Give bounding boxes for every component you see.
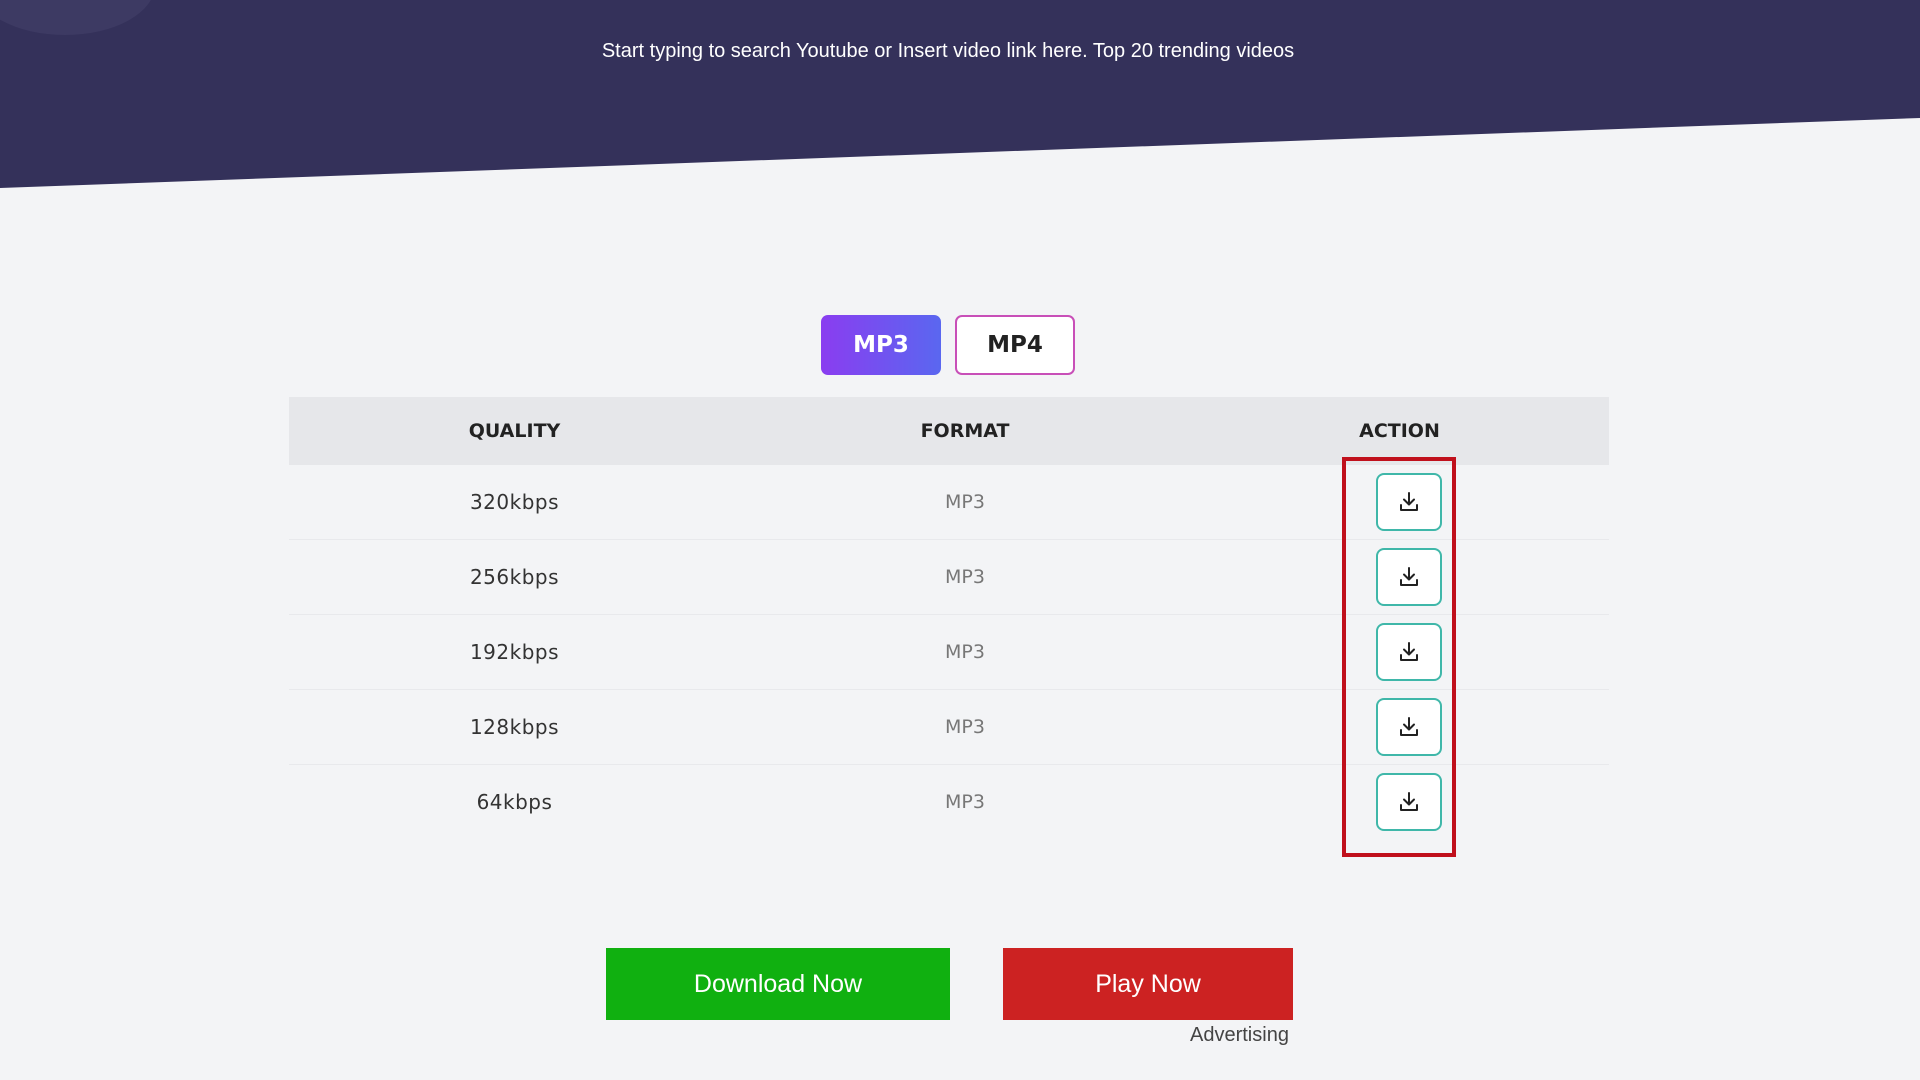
page-header: Start typing to search Youtube or Insert… — [0, 0, 1920, 190]
download-icon — [1400, 492, 1418, 511]
play-now-button[interactable]: Play Now — [1003, 948, 1293, 1020]
download-icon — [1400, 567, 1418, 586]
table-row: 64kbps MP3 — [289, 765, 1609, 839]
format-cell: MP3 — [945, 491, 985, 513]
download-button[interactable] — [1376, 773, 1442, 831]
download-button[interactable] — [1376, 548, 1442, 606]
download-now-button[interactable]: Download Now — [606, 948, 950, 1020]
header-background — [0, 0, 1920, 188]
download-button[interactable] — [1376, 473, 1442, 531]
table-row: 256kbps MP3 — [289, 540, 1609, 615]
advertising-label: Advertising — [1190, 1024, 1289, 1046]
download-icon — [1400, 792, 1418, 811]
download-button[interactable] — [1376, 623, 1442, 681]
table-row: 128kbps MP3 — [289, 690, 1609, 765]
table-header: QUALITY FORMAT ACTION — [289, 397, 1609, 465]
format-tabs: MP3 MP4 — [821, 315, 1075, 375]
format-cell: MP3 — [945, 716, 985, 738]
quality-cell: 192kbps — [469, 640, 560, 664]
quality-cell: 128kbps — [469, 715, 560, 739]
format-cell: MP3 — [945, 791, 985, 813]
quality-table: QUALITY FORMAT ACTION 320kbps MP3 256kbp… — [289, 397, 1609, 839]
tab-mp4[interactable]: MP4 — [955, 315, 1075, 375]
tab-mp3[interactable]: MP3 — [821, 315, 941, 375]
download-icon — [1400, 717, 1418, 736]
table-row: 192kbps MP3 — [289, 615, 1609, 690]
quality-cell: 320kbps — [469, 490, 560, 514]
format-cell: MP3 — [945, 641, 985, 663]
quality-cell: 256kbps — [469, 565, 560, 589]
column-header-action: ACTION — [1359, 420, 1440, 442]
download-button[interactable] — [1376, 698, 1442, 756]
search-hint-text: Start typing to search Youtube or Insert… — [601, 40, 1295, 62]
table-row: 320kbps MP3 — [289, 465, 1609, 540]
format-cell: MP3 — [945, 566, 985, 588]
column-header-quality: QUALITY — [468, 420, 561, 442]
column-header-format: FORMAT — [920, 420, 1010, 442]
download-icon — [1400, 642, 1418, 661]
quality-cell: 64kbps — [476, 790, 553, 814]
